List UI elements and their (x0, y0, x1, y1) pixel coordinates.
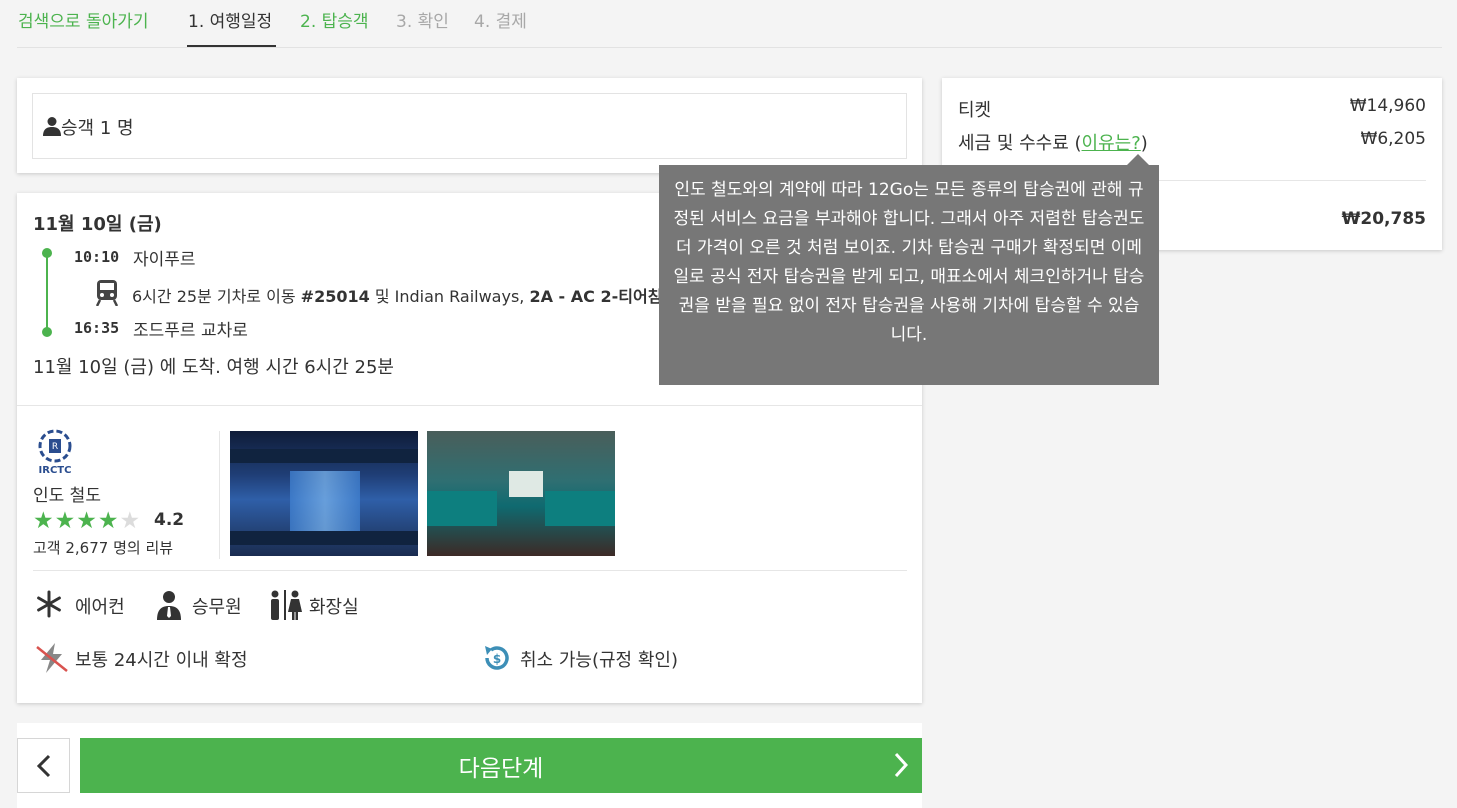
snowflake-icon (37, 590, 61, 618)
departure-time: 10:10 (74, 248, 120, 266)
tab-passengers[interactable]: 2. 탑승객 (300, 10, 369, 34)
operator-name: 인도 철도 (33, 486, 101, 506)
star-icon: ★ (54, 508, 76, 534)
review-count[interactable]: 고객 2,677 명의 리뷰 (33, 537, 173, 558)
tab-payment: 4. 결제 (474, 12, 527, 32)
fee-tooltip: 인도 철도와의 계약에 따라 12Go는 모든 종류의 탑승권에 관해 규정된 … (659, 165, 1159, 385)
star-icon: ★ (97, 508, 119, 534)
timeline-dot-arrival (42, 327, 52, 337)
nav-divider (17, 47, 1442, 48)
fee-label-close: ) (1140, 133, 1148, 154)
train-class: 2A - AC 2-티어침 (529, 287, 663, 306)
amenity-ac: 에어컨 (75, 597, 125, 618)
next-step-label: 다음단계 (458, 755, 544, 782)
svg-text:R: R (52, 442, 58, 452)
arrival-station: 조드푸르 교차로 (133, 321, 248, 341)
svg-text:IRCTC: IRCTC (39, 465, 72, 476)
cancellation-policy[interactable]: 취소 가능(규정 확인) (520, 646, 678, 672)
total-price: ₩20,785 (1341, 209, 1426, 229)
fee-label-text: 세금 및 수수료 ( (958, 133, 1082, 154)
timeline-line (46, 253, 48, 332)
operator-divider (219, 431, 220, 559)
train-photo-2[interactable] (427, 431, 615, 556)
tab-confirm: 3. 확인 (396, 12, 449, 32)
passenger-selector[interactable]: 승객 1 명 (32, 93, 907, 159)
star-empty-icon: ★ (119, 508, 141, 534)
operator-text: 및 Indian Railways, (369, 287, 530, 306)
train-details: 6시간 25분 기차로 이동 #25014 및 Indian Railways,… (132, 283, 662, 307)
refund-icon: $ (485, 646, 509, 670)
attendant-icon (157, 591, 181, 620)
toilet-icon (271, 590, 302, 620)
rating-value: 4.2 (154, 510, 185, 530)
departure-station: 자이푸르 (133, 250, 196, 270)
irctc-logo: R IRCTC (38, 429, 72, 476)
rating-stars: ★ ★ ★ ★ ★ (33, 508, 141, 534)
amenities-divider (33, 570, 907, 571)
confirmation-time: 보통 24시간 이내 확정 (75, 650, 248, 671)
tooltip-arrow (1127, 154, 1149, 165)
next-step-button[interactable]: 다음단계 (80, 738, 922, 793)
ticket-price: ₩14,960 (1349, 96, 1426, 116)
lightning-off-icon (36, 643, 68, 673)
passenger-count: 승객 1 명 (61, 118, 134, 139)
amenity-attendant: 승무원 (192, 597, 242, 618)
step-navigation: 검색으로 돌아가기 1. 여행일정 2. 탑승객 3. 확인 4. 결제 (0, 0, 1457, 48)
tab-itinerary[interactable]: 1. 여행일정 (188, 10, 272, 34)
previous-button[interactable] (17, 738, 70, 793)
duration-text: 6시간 25분 기차로 이동 (132, 287, 301, 306)
train-icon (96, 280, 118, 306)
svg-text:$: $ (493, 652, 501, 666)
amenity-toilet: 화장실 (309, 597, 359, 618)
back-to-search-link[interactable]: 검색으로 돌아가기 (18, 10, 149, 34)
train-photo-1[interactable] (230, 431, 418, 556)
timeline-dot-departure (42, 248, 52, 258)
why-fee-link[interactable]: 이유는? (1082, 133, 1141, 154)
section-divider (17, 405, 922, 406)
train-number: #25014 (300, 287, 370, 306)
fee-label: 세금 및 수수료 (이유는?) (958, 129, 1148, 155)
user-icon (43, 117, 61, 136)
arrival-summary: 11월 10일 (금) 에 도착. 여행 시간 6시간 25분 (33, 357, 394, 378)
star-icon: ★ (76, 508, 97, 534)
ticket-label: 티켓 (958, 100, 992, 121)
fee-price: ₩6,205 (1360, 129, 1426, 149)
arrival-time: 16:35 (74, 319, 120, 337)
passenger-card: 승객 1 명 (17, 78, 922, 173)
star-icon: ★ (33, 508, 54, 534)
chevron-right-icon (894, 752, 908, 778)
chevron-left-icon (36, 754, 50, 777)
trip-date: 11월 10일 (금) (33, 214, 162, 235)
